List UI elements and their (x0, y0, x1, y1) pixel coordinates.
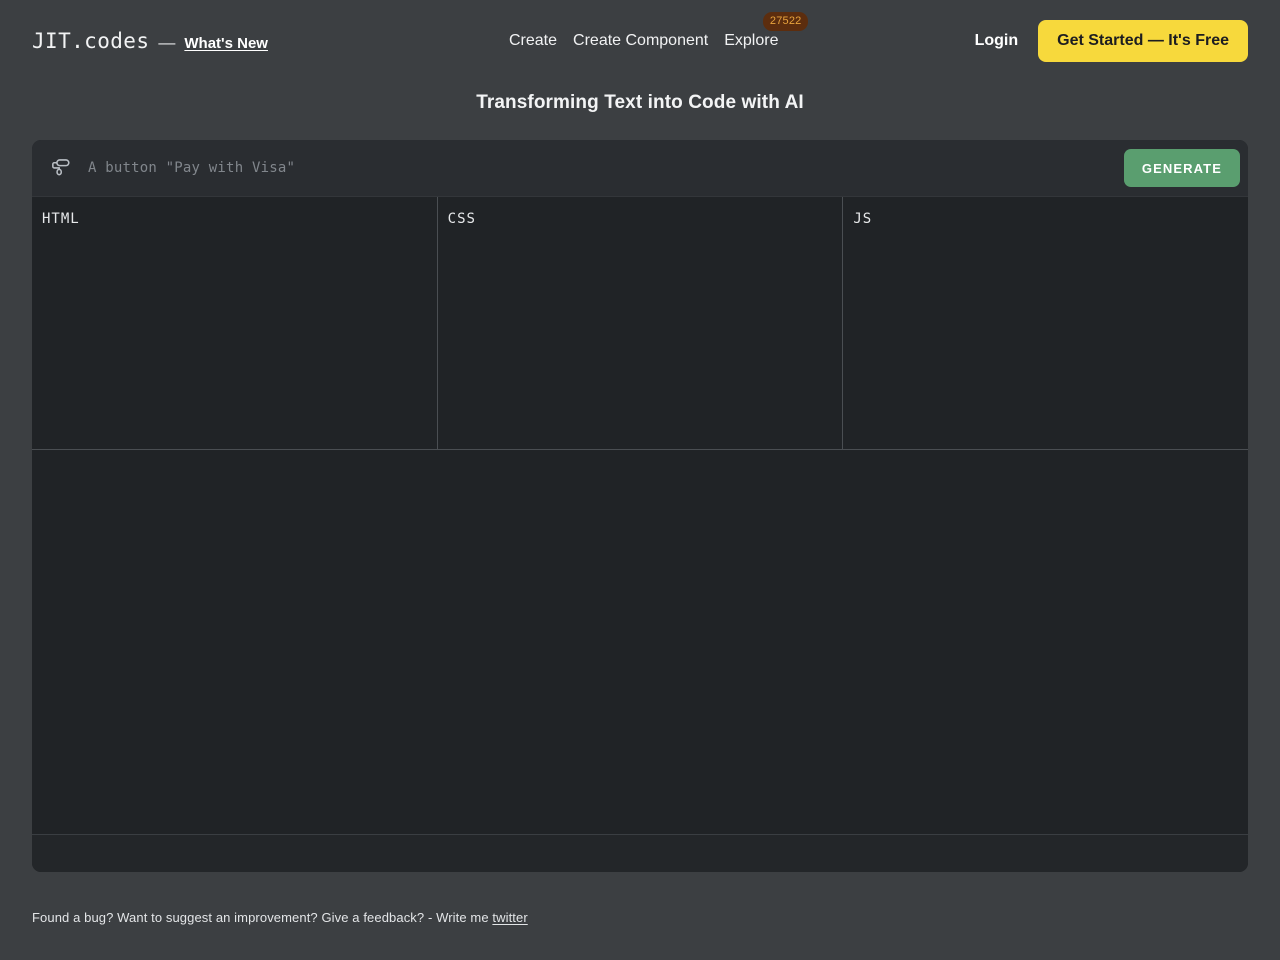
primary-nav: Create Create Component Explore 27522 (509, 0, 809, 81)
footer-text: Found a bug? Want to suggest an improvem… (32, 910, 493, 925)
header-actions: Login Get Started — It's Free (975, 19, 1248, 62)
get-started-button[interactable]: Get Started — It's Free (1038, 19, 1248, 62)
nav-item-explore-label: Explore (724, 31, 779, 49)
editor-pane-css[interactable]: CSS (436, 197, 843, 449)
brand-logo[interactable]: JIT.codes (32, 29, 149, 53)
nav-item-create-component[interactable]: Create Component (573, 32, 708, 50)
whats-new-link[interactable]: What's New (184, 35, 268, 52)
editor-label-html: HTML (42, 211, 80, 227)
brand: JIT.codes — What's New (32, 29, 268, 53)
twitter-link[interactable]: twitter (492, 910, 527, 925)
prompt-input[interactable] (88, 140, 1124, 196)
preview-area[interactable] (32, 450, 1248, 835)
login-link[interactable]: Login (975, 32, 1019, 50)
editor-label-js: JS (853, 211, 873, 227)
editor-pane-js[interactable]: JS (842, 197, 1248, 449)
explore-count-badge: 27522 (762, 11, 809, 31)
paint-roller-icon (50, 157, 72, 179)
generator-card: GENERATE HTML CSS JS (32, 140, 1248, 872)
page-title: Transforming Text into Code with AI (476, 92, 804, 113)
card-footer-strip (32, 835, 1248, 872)
site-header: JIT.codes — What's New Create Create Com… (0, 0, 1280, 81)
page-footer: Found a bug? Want to suggest an improvem… (32, 910, 528, 925)
editor-label-css: CSS (447, 211, 476, 227)
editor-pane-html[interactable]: HTML (32, 197, 437, 449)
code-editors: HTML CSS JS (32, 196, 1248, 450)
nav-item-explore[interactable]: Explore 27522 (724, 11, 809, 50)
nav-item-create[interactable]: Create (509, 32, 557, 50)
brand-separator: — (158, 32, 176, 52)
prompt-bar: GENERATE (32, 140, 1248, 196)
generate-button[interactable]: GENERATE (1123, 149, 1240, 187)
